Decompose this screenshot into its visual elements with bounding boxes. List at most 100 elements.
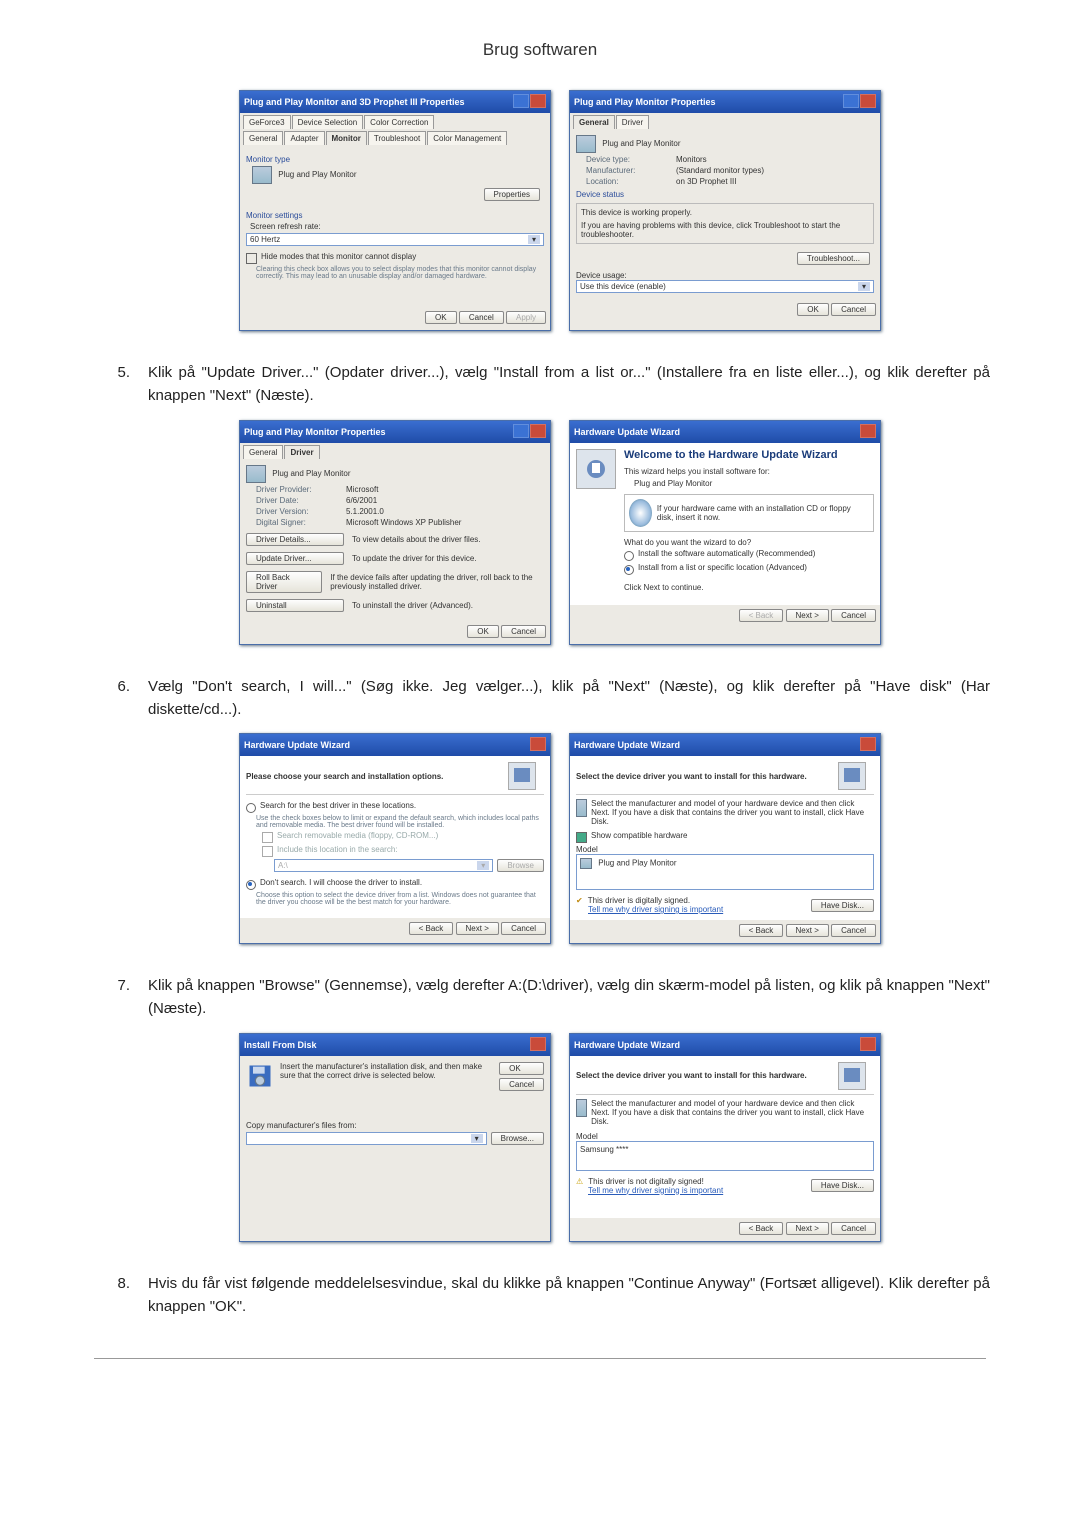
tab-device-selection[interactable]: Device Selection [292, 115, 364, 129]
back-button[interactable]: < Back [409, 922, 454, 935]
step-text: Klik på knappen "Browse" (Gennemse), væl… [148, 974, 990, 1021]
model-value: Samsung **** [580, 1145, 628, 1154]
screenshot-row-1: Plug and Play Monitor and 3D Prophet III… [90, 90, 990, 331]
path-combo[interactable]: ▾ [246, 1132, 487, 1145]
tab-troubleshoot[interactable]: Troubleshoot [368, 131, 426, 145]
tab-color-correction[interactable]: Color Correction [364, 115, 434, 129]
hardware-update-wizard-welcome-window: Hardware Update Wizard Welcome to the Ha… [569, 420, 881, 645]
cancel-button[interactable]: Cancel [831, 924, 876, 937]
hide-modes-description: Clearing this check box allows you to se… [256, 266, 544, 280]
uninstall-button[interactable]: Uninstall [246, 599, 344, 612]
refresh-rate-combo[interactable]: 60 Hertz ▾ [246, 233, 544, 246]
cancel-button[interactable]: Cancel [831, 609, 876, 622]
ok-button[interactable]: OK [499, 1062, 544, 1075]
radio-dont-search-label: Don't search. I will choose the driver t… [260, 878, 422, 887]
tab-driver[interactable]: Driver [616, 115, 649, 129]
wizard-welcome-heading: Welcome to the Hardware Update Wizard [624, 449, 874, 461]
device-usage-combo[interactable]: Use this device (enable) ▾ [576, 280, 874, 293]
properties-button[interactable]: Properties [484, 188, 540, 201]
signing-link[interactable]: Tell me why driver signing is important [588, 1186, 723, 1195]
step-number: 6. [90, 675, 148, 722]
tab-adapter[interactable]: Adapter [284, 131, 324, 145]
step-number: 7. [90, 974, 148, 1021]
window-controls[interactable] [512, 424, 546, 440]
chevron-down-icon: ▾ [528, 235, 540, 244]
not-signed-text: This driver is not digitally signed! [588, 1177, 704, 1186]
chk-removable[interactable] [262, 832, 273, 843]
wizard-device: Plug and Play Monitor [634, 479, 874, 488]
troubleshoot-button[interactable]: Troubleshoot... [797, 252, 870, 265]
path-combo[interactable]: A:\▾ [274, 859, 493, 872]
browse-button[interactable]: Browse [497, 859, 544, 872]
next-button[interactable]: Next > [456, 922, 499, 935]
cancel-button[interactable]: Cancel [459, 311, 504, 324]
radio-search[interactable] [246, 803, 256, 813]
window-controls[interactable] [529, 1037, 546, 1053]
page-title: Brug softwaren [90, 40, 990, 60]
cancel-button[interactable]: Cancel [831, 1222, 876, 1235]
signed-icon: ✔ [576, 896, 583, 905]
radio-dont-search[interactable] [246, 880, 256, 890]
ok-button[interactable]: OK [425, 311, 457, 324]
cancel-button[interactable]: Cancel [501, 922, 546, 935]
driver-details-button[interactable]: Driver Details... [246, 533, 344, 546]
radio-auto[interactable] [624, 551, 634, 561]
ok-button[interactable]: OK [467, 625, 499, 638]
model-list[interactable]: Plug and Play Monitor [576, 854, 874, 890]
monitor-settings-label: Monitor settings [246, 211, 544, 220]
step-6: 6. Vælg "Don't search, I will..." (Søg i… [90, 675, 990, 722]
next-button[interactable]: Next > [786, 924, 829, 937]
update-driver-button[interactable]: Update Driver... [246, 552, 344, 565]
step-8: 8. Hvis du får vist følgende meddelelses… [90, 1272, 990, 1319]
window-controls[interactable] [859, 1037, 876, 1053]
window-controls[interactable] [512, 94, 546, 110]
have-disk-button[interactable]: Have Disk... [811, 899, 874, 912]
tab-color-management[interactable]: Color Management [427, 131, 507, 145]
cancel-button[interactable]: Cancel [831, 303, 876, 316]
hide-modes-label: Hide modes that this monitor cannot disp… [261, 252, 416, 261]
compat-label: Show compatible hardware [591, 831, 688, 840]
wizard-heading: Select the device driver you want to ins… [576, 772, 807, 781]
cancel-button[interactable]: Cancel [501, 625, 546, 638]
date-value: 6/6/2001 [346, 496, 377, 505]
tab-geforce3[interactable]: GeForce3 [243, 115, 291, 129]
cancel-button[interactable]: Cancel [499, 1078, 544, 1091]
window-controls[interactable] [859, 737, 876, 753]
wizard-prompt: What do you want the wizard to do? [624, 538, 874, 547]
chk-removable-label: Search removable media (floppy, CD-ROM..… [277, 831, 438, 840]
model-list[interactable]: Samsung **** [576, 1141, 874, 1171]
signing-link[interactable]: Tell me why driver signing is important [588, 905, 723, 914]
status-text-1: This device is working properly. [581, 208, 869, 217]
tab-general[interactable]: General [243, 445, 283, 459]
step-text: Klik på "Update Driver..." (Opdater driv… [148, 361, 990, 408]
chk-location[interactable] [262, 846, 273, 857]
next-button[interactable]: Next > [786, 1222, 829, 1235]
back-button[interactable]: < Back [739, 924, 784, 937]
tab-general[interactable]: General [243, 131, 283, 145]
pnp-monitor-properties-driver-window: Plug and Play Monitor Properties General… [239, 420, 551, 645]
screenshot-row-2: Plug and Play Monitor Properties General… [90, 420, 990, 645]
tab-monitor[interactable]: Monitor [326, 131, 367, 145]
have-disk-button[interactable]: Have Disk... [811, 1179, 874, 1192]
tab-driver[interactable]: Driver [284, 445, 319, 459]
device-type-value: Monitors [676, 155, 707, 164]
tabs: GeForce3 Device Selection Color Correcti… [240, 113, 550, 129]
monitor-name: Plug and Play Monitor [278, 170, 356, 179]
radio-list[interactable] [624, 565, 634, 575]
window-controls[interactable] [842, 94, 876, 110]
window-controls[interactable] [859, 424, 876, 440]
wizard-continue: Click Next to continue. [624, 583, 874, 592]
window-controls[interactable] [529, 737, 546, 753]
back-button[interactable]: < Back [739, 1222, 784, 1235]
apply-button[interactable]: Apply [506, 311, 546, 324]
browse-button[interactable]: Browse... [491, 1132, 544, 1145]
compat-checkbox[interactable] [576, 832, 587, 843]
monitor-adapter-properties-window: Plug and Play Monitor and 3D Prophet III… [239, 90, 551, 331]
rollback-driver-button[interactable]: Roll Back Driver [246, 571, 322, 593]
hide-modes-checkbox[interactable] [246, 253, 257, 264]
back-button[interactable]: < Back [739, 609, 784, 622]
ok-button[interactable]: OK [797, 303, 829, 316]
next-button[interactable]: Next > [786, 609, 829, 622]
tab-general[interactable]: General [573, 115, 615, 129]
window-title: Hardware Update Wizard [574, 740, 680, 750]
